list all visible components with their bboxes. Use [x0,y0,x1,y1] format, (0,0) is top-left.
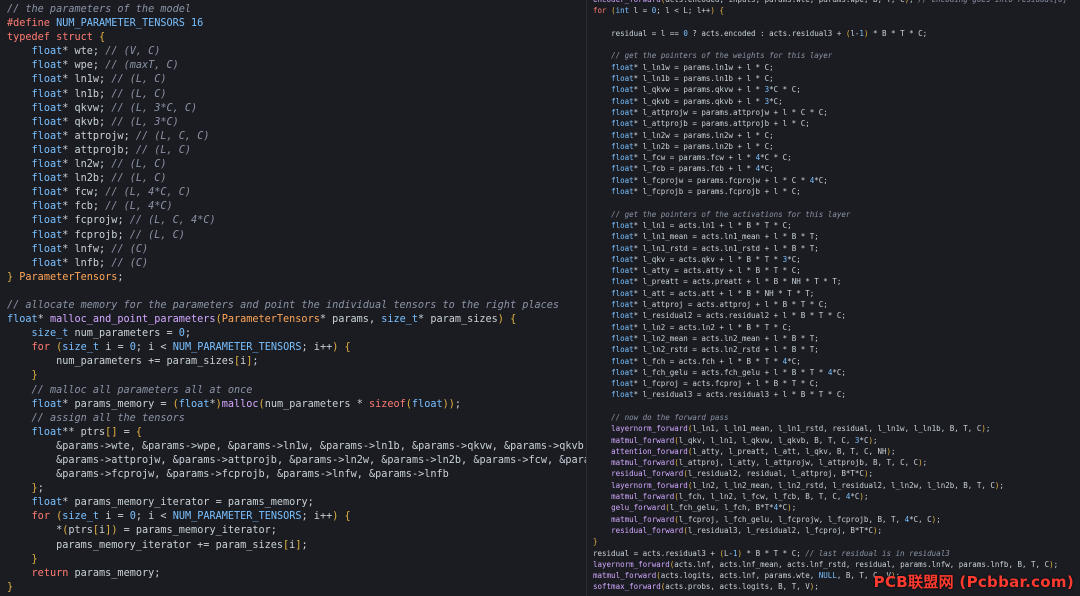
code-line: layernorm_forward(l_ln2, l_ln2_mean, l_l… [611,480,1004,490]
code-line: float* fcw; // (L, 4*C, C) [31,187,192,199]
code-line: float* params_memory_iterator = params_m… [31,497,314,509]
code-line: layernorm_forward(acts.lnf, acts.lnf_mea… [593,559,1059,569]
code-line: // now do the forward pass [611,412,729,422]
code-line: matmul_forward(l_qkv, l_ln1, l_qkvw, l_q… [611,435,878,445]
code-line: float* l_residual3 = acts.residual3 + l … [611,390,846,400]
code-line: float* fcprojb; // (L, C) [31,229,185,241]
code-line: float* lnfb; // (C) [31,257,149,269]
code-line: // the parameters of the model [7,4,192,15]
code-line: for (int l = 0; l < L; l++) { [593,6,724,16]
code-line: &params->wte, &params->wpe, &params->ln1… [7,440,586,452]
code-line: float* malloc_and_point_parameters(Param… [7,314,517,326]
code-line: attention_forward(l_atty, l_preatt, l_at… [611,446,896,456]
code-line: float* lnfw; // (C) [31,243,149,255]
left-code-pane[interactable]: // the parameters of the model #define NU… [0,0,586,596]
code-line: // get the pointers of the weights for t… [611,51,833,61]
code-line: float* l_att = acts.att + l * B * NH * T… [611,288,815,298]
code-line: residual = l == 0 ? acts.encoded : acts.… [611,28,928,38]
code-line: float* l_residual2 = acts.residual2 + l … [611,311,846,321]
code-line: float* params_memory = (float*)malloc(nu… [31,398,462,410]
code-line: float* l_fcw = params.fcw + l * 4*C * C; [611,153,792,163]
code-line: float* l_fch = acts.fch + l * B * T * 4*… [611,356,801,366]
code-line: float* l_fcb = params.fcb + l * 4*C; [611,164,774,174]
code-line: float* l_ln2_mean = acts.ln2_mean + l * … [611,333,819,343]
code-line: for (size_t i = 0; i < NUM_PARAMETER_TEN… [31,342,351,354]
code-line: gelu_forward(l_fch_gelu, l_fch, B*T*4*C)… [611,503,797,513]
code-line: }; [31,483,44,495]
code-line: matmul_forward(l_fcproj, l_fch_gelu, l_f… [611,514,941,524]
code-line: float* l_ln1_mean = acts.ln1_mean + l * … [611,232,819,242]
code-line: float* l_ln1 = acts.ln1 + l * B * T * C; [611,220,792,230]
code-line: // get the pointers of the activations f… [611,209,851,219]
left-code-block: // the parameters of the model #define NU… [7,3,586,595]
code-line: float* wte; // (V, C) [31,46,161,58]
code-line: num_parameters += param_sizes[i]; [56,356,259,368]
code-line: float* l_ln1b = params.ln1b + l * C; [611,74,774,84]
code-line: float* l_attproj = acts.attproj + l * B … [611,300,828,310]
right-code-block: encoder_forward(acts.encoded, inputs, pa… [593,0,1080,593]
code-line: float* l_attprojw = params.attprojw + l … [611,107,828,117]
code-line: matmul_forward(l_attproj, l_atty, l_attp… [611,458,928,468]
code-line: float* l_qkv = acts.qkv + l * B * T * 3*… [611,254,801,264]
code-line: float* l_ln2 = acts.ln2 + l * B * T * C; [611,322,792,332]
code-line: float* wpe; // (maxT, C) [31,60,179,72]
code-line: float* attprojb; // (L, C) [31,144,192,156]
code-line: residual_forward(l_residual3, l_residual… [611,525,882,535]
code-line: return params_memory; [31,567,161,579]
code-line: // assign all the tensors [31,412,185,424]
code-line: float* fcprojw; // (L, C, 4*C) [31,215,216,227]
code-line: for (size_t i = 0; i < NUM_PARAMETER_TEN… [31,511,351,523]
code-line: params_memory_iterator += param_sizes[i]… [56,539,308,551]
code-line: float* l_fcprojw = params.fcprojw + l * … [611,175,828,185]
code-line: float* l_qkvw = params.qkvw + l * 3*C * … [611,85,801,95]
code-line: float* ln2w; // (L, C) [31,159,167,171]
code-line: float* ln1w; // (L, C) [31,74,167,86]
code-line: size_t num_parameters = 0; [31,328,192,340]
code-line: float* qkvw; // (L, 3*C, C) [31,102,198,114]
code-line: float* fcb; // (L, 4*C) [31,201,173,213]
right-code-pane[interactable]: encoder_forward(acts.encoded, inputs, pa… [586,0,1080,596]
code-line: float* l_qkvb = params.qkvb + l * 3*C; [611,96,783,106]
code-line: } ParameterTensors; [7,271,124,283]
code-line: } [7,581,14,593]
code-line: typedef struct { [7,32,106,44]
code-line: float* l_fch_gelu = acts.fch_gelu + l * … [611,367,846,377]
code-line: float* l_atty = acts.atty + l * B * T * … [611,266,801,276]
code-line: } [593,537,598,547]
code-line: float* attprojw; // (L, C, C) [31,130,210,142]
code-line: float* l_ln2_rstd = acts.ln2_rstd + l * … [611,345,819,355]
code-line: float* l_fcproj = acts.fcproj + l * B * … [611,379,819,389]
code-line: *(ptrs[i]) = params_memory_iterator; [7,525,277,537]
watermark-text: PCB联盟网 (Pcbbar.com) [873,573,1074,591]
code-line: float* l_ln2b = params.ln2b + l * C; [611,141,774,151]
code-line: float* ln1b; // (L, C) [31,88,167,100]
code-line: residual_forward(l_residual2, residual, … [611,469,873,479]
code-line: } [31,370,38,382]
code-line: &params->attprojw, &params->attprojb, &p… [7,455,586,466]
code-line: // malloc all parameters all at once [31,384,253,396]
code-line: float* l_attprojb = params.attprojb + l … [611,119,810,129]
code-line: float* qkvb; // (L, 3*C) [31,116,179,128]
code-line: float* ln2b; // (L, C) [31,173,167,185]
code-line: float* l_ln1w = params.ln1w + l * C; [611,62,774,72]
code-line: float* l_fcprojb = params.fcprojb + l * … [611,187,801,197]
code-line: float* l_ln2w = params.ln2w + l * C; [611,130,774,140]
code-line: layernorm_forward(l_ln1, l_ln1_mean, l_l… [611,424,991,434]
code-line: &params->fcprojw, &params->fcprojb, &par… [7,469,449,481]
code-line: #define NUM_PARAMETER_TENSORS 16 [7,18,204,30]
code-line: // allocate memory for the parameters an… [7,299,560,311]
code-line: float** ptrs[] = { [31,426,142,438]
code-line: matmul_forward(l_fch, l_ln2, l_fcw, l_fc… [611,492,869,502]
code-line: float* l_ln1_rstd = acts.ln1_rstd + l * … [611,243,819,253]
code-line: } [31,553,38,565]
code-line: residual = acts.residual3 + (L-1) * B * … [593,548,950,558]
code-line: float* l_preatt = acts.preatt + l * B * … [611,277,842,287]
